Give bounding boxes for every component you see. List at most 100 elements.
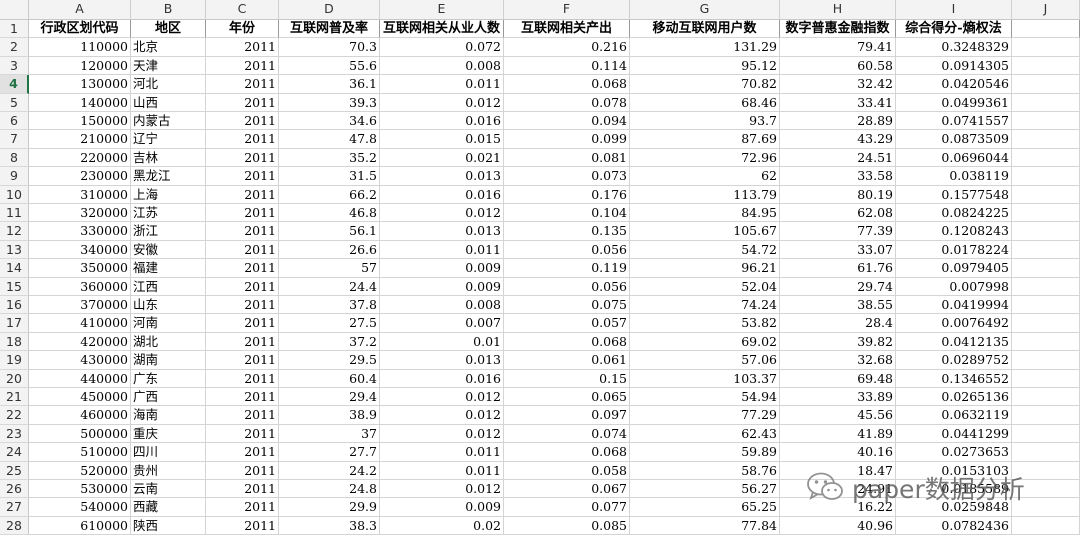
cell-i26[interactable]: 0.0185589: [896, 480, 1012, 499]
cell-d25[interactable]: 24.2: [279, 461, 380, 480]
cell-f3[interactable]: 0.114: [504, 56, 630, 76]
column-header-j[interactable]: J: [1012, 0, 1080, 20]
cell-j8[interactable]: [1012, 148, 1080, 168]
row-header-10[interactable]: 10: [0, 185, 29, 204]
cell-c3[interactable]: 2011: [206, 56, 279, 76]
cell-h4[interactable]: 32.42: [780, 75, 896, 94]
cell-j13[interactable]: [1012, 240, 1080, 260]
cell-i12[interactable]: 0.1208243: [896, 222, 1012, 241]
cell-f18[interactable]: 0.068: [504, 332, 630, 352]
cell-f27[interactable]: 0.077: [504, 498, 630, 517]
cell-a19[interactable]: 430000: [29, 351, 131, 370]
cell-e24[interactable]: 0.011: [380, 443, 504, 462]
cell-b14[interactable]: 福建: [131, 259, 206, 278]
cell-h3[interactable]: 60.58: [780, 56, 896, 76]
cell-f10[interactable]: 0.176: [504, 185, 630, 204]
cell-g20[interactable]: 103.37: [630, 369, 780, 388]
cell-h7[interactable]: 43.29: [780, 130, 896, 149]
cell-g11[interactable]: 84.95: [630, 204, 780, 223]
cell-d17[interactable]: 27.5: [279, 314, 380, 333]
cell-h19[interactable]: 32.68: [780, 351, 896, 370]
cell-c24[interactable]: 2011: [206, 443, 279, 462]
cell-f26[interactable]: 0.067: [504, 480, 630, 499]
cell-g5[interactable]: 68.46: [630, 93, 780, 112]
cell-a21[interactable]: 450000: [29, 388, 131, 407]
cell-j2[interactable]: [1012, 38, 1080, 57]
cell-c7[interactable]: 2011: [206, 130, 279, 149]
cell-a26[interactable]: 530000: [29, 480, 131, 499]
cell-d11[interactable]: 46.8: [279, 204, 380, 223]
cell-g3[interactable]: 95.12: [630, 56, 780, 76]
cell-a20[interactable]: 440000: [29, 369, 131, 388]
row-header-7[interactable]: 7: [0, 130, 29, 149]
cell-f5[interactable]: 0.078: [504, 93, 630, 112]
row-header-4[interactable]: 4: [0, 75, 29, 94]
cell-d6[interactable]: 34.6: [279, 112, 380, 131]
cell-h15[interactable]: 29.74: [780, 277, 896, 296]
cell-d21[interactable]: 29.4: [279, 388, 380, 407]
cell-b8[interactable]: 吉林: [131, 148, 206, 168]
cell-h26[interactable]: 24.91: [780, 480, 896, 499]
cell-i5[interactable]: 0.0499361: [896, 93, 1012, 112]
cell-g9[interactable]: 62: [630, 167, 780, 186]
cell-j14[interactable]: [1012, 259, 1080, 278]
cell-i3[interactable]: 0.0914305: [896, 56, 1012, 76]
cell-e16[interactable]: 0.008: [380, 296, 504, 315]
cell-b26[interactable]: 云南: [131, 480, 206, 499]
row-header-20[interactable]: 20: [0, 369, 29, 388]
cell-d5[interactable]: 39.3: [279, 93, 380, 112]
row-header-28[interactable]: 28: [0, 516, 29, 536]
cell-d9[interactable]: 31.5: [279, 167, 380, 186]
cell-j6[interactable]: [1012, 112, 1080, 131]
cell-d18[interactable]: 37.2: [279, 332, 380, 352]
row-header-18[interactable]: 18: [0, 332, 29, 352]
cell-b27[interactable]: 西藏: [131, 498, 206, 517]
spreadsheet-grid[interactable]: A B C D E F G H I J 1 行政区划代码 地区 年份 互联网普及率 互联网相关从业人数 互联网相…: [0, 0, 1080, 536]
cell-f6[interactable]: 0.094: [504, 112, 630, 131]
cell-c6[interactable]: 2011: [206, 112, 279, 131]
row-header-19[interactable]: 19: [0, 351, 29, 370]
cell-e9[interactable]: 0.013: [380, 167, 504, 186]
cell-d2[interactable]: 70.3: [279, 38, 380, 57]
cell-e15[interactable]: 0.009: [380, 277, 504, 296]
cell-f19[interactable]: 0.061: [504, 351, 630, 370]
cell-b25[interactable]: 贵州: [131, 461, 206, 480]
header-cell-i[interactable]: 综合得分-熵权法: [896, 20, 1012, 39]
cell-i23[interactable]: 0.0441299: [896, 424, 1012, 444]
cell-b4[interactable]: 河北: [131, 75, 206, 94]
cell-e12[interactable]: 0.013: [380, 222, 504, 241]
cell-d20[interactable]: 60.4: [279, 369, 380, 388]
header-cell-b[interactable]: 地区: [131, 20, 206, 39]
cell-d13[interactable]: 26.6: [279, 240, 380, 260]
cell-b9[interactable]: 黑龙江: [131, 167, 206, 186]
cell-d24[interactable]: 27.7: [279, 443, 380, 462]
cell-b17[interactable]: 河南: [131, 314, 206, 333]
cell-g24[interactable]: 59.89: [630, 443, 780, 462]
cell-i15[interactable]: 0.007998: [896, 277, 1012, 296]
cell-d4[interactable]: 36.1: [279, 75, 380, 94]
cell-a15[interactable]: 360000: [29, 277, 131, 296]
cell-e10[interactable]: 0.016: [380, 185, 504, 204]
cell-e22[interactable]: 0.012: [380, 406, 504, 425]
row-header-17[interactable]: 17: [0, 314, 29, 333]
cell-j22[interactable]: [1012, 406, 1080, 425]
row-header-21[interactable]: 21: [0, 388, 29, 407]
cell-g21[interactable]: 54.94: [630, 388, 780, 407]
row-header-9[interactable]: 9: [0, 167, 29, 186]
cell-e11[interactable]: 0.012: [380, 204, 504, 223]
cell-c14[interactable]: 2011: [206, 259, 279, 278]
cell-g25[interactable]: 58.76: [630, 461, 780, 480]
cell-d23[interactable]: 37: [279, 424, 380, 444]
cell-a23[interactable]: 500000: [29, 424, 131, 444]
cell-b6[interactable]: 内蒙古: [131, 112, 206, 131]
cell-d3[interactable]: 55.6: [279, 56, 380, 76]
cell-b3[interactable]: 天津: [131, 56, 206, 76]
cell-a17[interactable]: 410000: [29, 314, 131, 333]
cell-e27[interactable]: 0.009: [380, 498, 504, 517]
cell-d26[interactable]: 24.8: [279, 480, 380, 499]
cell-b21[interactable]: 广西: [131, 388, 206, 407]
cell-a24[interactable]: 510000: [29, 443, 131, 462]
cell-d14[interactable]: 57: [279, 259, 380, 278]
cell-f24[interactable]: 0.068: [504, 443, 630, 462]
header-cell-h[interactable]: 数字普惠金融指数: [780, 20, 896, 39]
